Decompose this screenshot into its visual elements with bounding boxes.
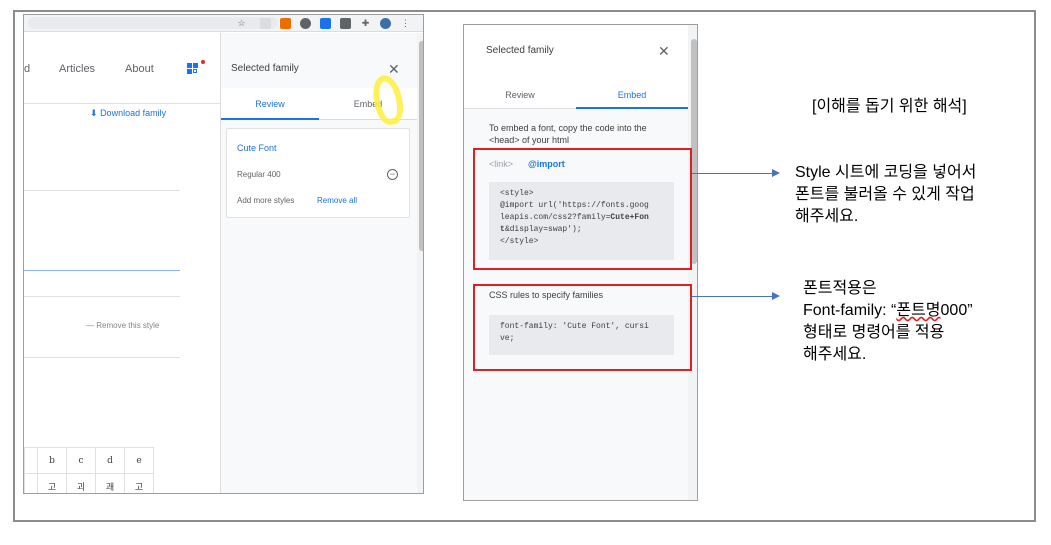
minus-icon: — [86, 321, 94, 330]
google-fonts-review-screenshot: ☆ ✚ ⋮ d Articles About ⬇ Download family… [23, 14, 424, 494]
arrow-line [692, 173, 772, 174]
panel-tabs: Review Embed [464, 81, 688, 109]
glyph-cell: e [124, 447, 154, 474]
remove-style-label: Remove this style [96, 321, 160, 330]
remove-style-icon[interactable]: − [387, 169, 398, 180]
extension-icon[interactable] [320, 18, 331, 29]
glyph-cell: c [66, 447, 96, 474]
panel-title: Selected family [231, 63, 299, 74]
preview-input-underline [24, 270, 180, 271]
glyph-grid: b c d e 고 괴 괘 고 [24, 447, 154, 493]
glyph-cell: d [95, 447, 125, 474]
tab-review[interactable]: Review [464, 81, 576, 109]
glyph-cell: 괴 [66, 473, 96, 493]
arrow-head [772, 292, 780, 300]
tab-embed[interactable]: Embed [576, 81, 688, 109]
extension-icon[interactable] [260, 18, 271, 29]
css-highlight-box [473, 284, 692, 371]
tab-review[interactable]: Review [221, 88, 319, 120]
arrow-line [692, 296, 772, 297]
more-vert-icon[interactable]: ⋮ [400, 18, 411, 29]
scrollbar[interactable] [417, 33, 423, 493]
annotation-style-line1: Style 시트에 코딩을 넣어서 [795, 164, 977, 181]
selected-font-card: Cute Font Regular 400 − Add more styles … [226, 128, 410, 218]
font-style: Regular 400 [237, 170, 281, 179]
notification-dot [201, 60, 205, 64]
extension-icon[interactable] [340, 18, 351, 29]
download-family-label: Download family [100, 108, 167, 118]
close-icon[interactable]: ✕ [658, 44, 670, 58]
top-nav: d Articles About [24, 33, 220, 104]
divider [24, 296, 180, 297]
annotation-style-line3: 해주세요. [795, 208, 859, 225]
divider [24, 190, 180, 191]
nav-about[interactable]: About [125, 63, 154, 75]
download-icon: ⬇ [90, 108, 98, 118]
panel-title: Selected family [486, 45, 554, 56]
annotation-font-line1: 폰트적용은 [803, 280, 877, 297]
embed-instructions: To embed a font, copy the code into the … [489, 123, 647, 145]
annotation-header: [이해를 돕기 위한 해석] [812, 98, 967, 115]
annotation-style-line2: 폰트를 불러올 수 있게 작업 [795, 186, 975, 203]
annotation-font-line3: 형태로 명령어를 적용 [803, 324, 945, 341]
panel-header: Selected family ✕ [464, 25, 688, 81]
divider [24, 357, 180, 358]
import-highlight-box [473, 148, 692, 270]
nav-articles[interactable]: Articles [59, 63, 95, 75]
extension-icon[interactable] [300, 18, 311, 29]
avatar[interactable] [380, 18, 391, 29]
close-icon[interactable]: ✕ [388, 62, 400, 76]
glyph-cell: 괘 [95, 473, 125, 493]
remove-all-link[interactable]: Remove all [317, 196, 357, 205]
browser-toolbar: ☆ ✚ ⋮ [24, 15, 423, 32]
remove-style-button[interactable]: — Remove this style [86, 321, 159, 330]
glyph-cell: 고 [37, 473, 67, 493]
glyph-cell: 고 [124, 473, 154, 493]
glyph-cell: b [37, 447, 67, 474]
font-name[interactable]: Cute Font [237, 143, 277, 153]
apps-icon[interactable] [187, 63, 199, 75]
puzzle-icon[interactable]: ✚ [360, 18, 371, 29]
scrollbar-thumb[interactable] [419, 41, 423, 251]
extension-icon[interactable] [280, 18, 291, 29]
nav-item-cut[interactable]: d [24, 63, 30, 75]
annotation-font-line4: 해주세요. [803, 346, 867, 363]
add-more-styles-link[interactable]: Add more styles [237, 196, 294, 205]
annotation-font-line2: Font-family: “폰트명000” [803, 302, 973, 319]
arrow-head [772, 169, 780, 177]
download-family-button[interactable]: ⬇ Download family [90, 108, 166, 119]
star-icon[interactable]: ☆ [236, 18, 247, 29]
